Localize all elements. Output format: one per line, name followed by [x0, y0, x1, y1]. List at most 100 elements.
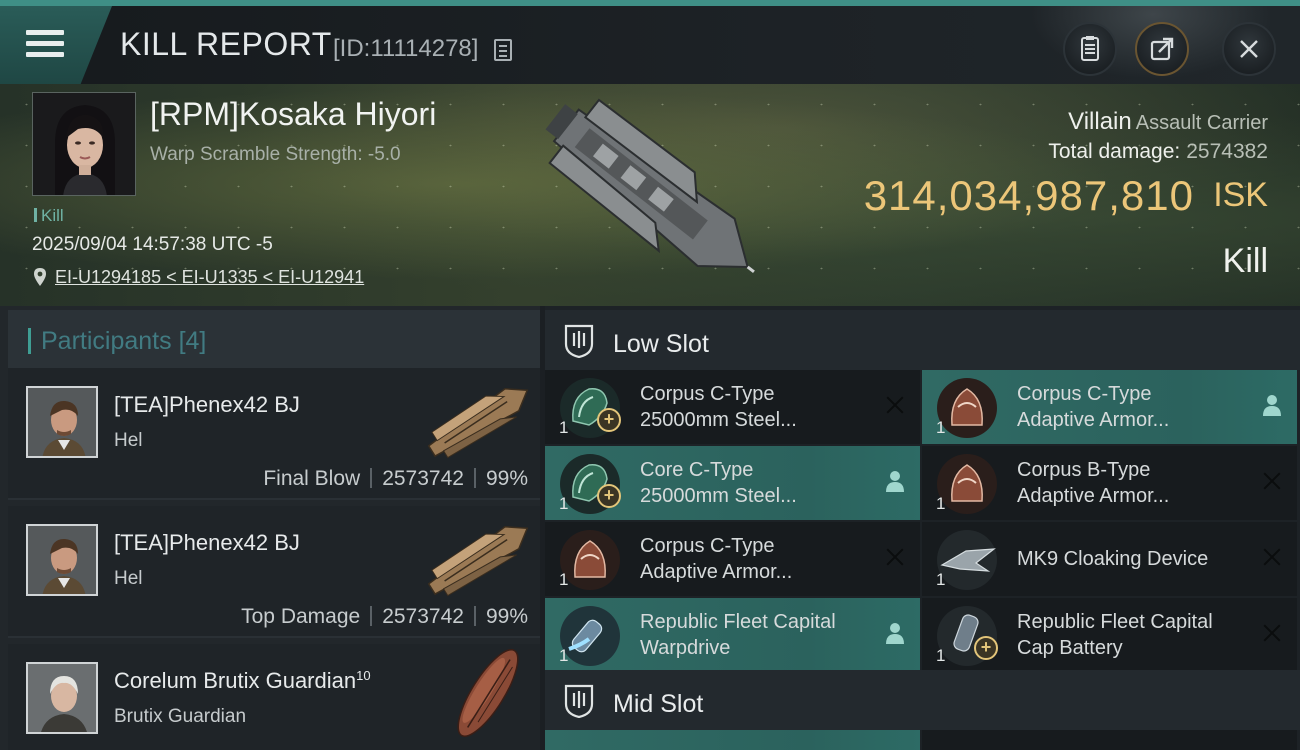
kill-tag: Kill	[34, 206, 64, 226]
close-button[interactable]	[1222, 22, 1276, 76]
participant-ship: Hel	[114, 430, 143, 451]
participant-card[interactable]: Corelum Brutix Guardian10 Brutix Guardia…	[8, 644, 540, 750]
module-quantity: 1	[559, 570, 569, 589]
module-quantity: 1	[559, 646, 569, 665]
destroyed-x-icon[interactable]	[884, 546, 906, 568]
mid-slot-header: Mid Slot	[545, 670, 1300, 730]
participant-level: 10	[356, 668, 371, 683]
menu-icon[interactable]	[26, 30, 64, 60]
participant-ship: Hel	[114, 568, 143, 589]
participant-ship-image[interactable]	[428, 648, 548, 738]
module-name: Corpus C-Type 25000mm Steel...	[640, 381, 870, 433]
participants-title-text: Participants	[41, 327, 172, 355]
participant-name[interactable]: Corelum Brutix Guardian10	[114, 668, 371, 694]
participant-card[interactable]: [TEA]Phenex42 BJ Hel Final Blow 2573742 99…	[8, 368, 540, 500]
participant-percent: 99%	[485, 605, 528, 628]
participant-card[interactable]: [TEA]Phenex42 BJ Hel Top Damage 2573742 99…	[8, 506, 540, 638]
module-row[interactable]: +1 Core C-Type 25000mm Steel...	[545, 446, 920, 520]
warp-scramble-strength: Warp Scramble Strength: -5.0	[150, 144, 401, 165]
destroyed-x-icon[interactable]	[1261, 470, 1283, 492]
module-name-line1: Corpus C-Type	[640, 383, 775, 405]
plus-badge-icon: +	[597, 484, 621, 508]
module-name-line1: Republic Fleet Capital	[1017, 611, 1213, 633]
module-name-line1: Republic Fleet Capital	[640, 611, 836, 633]
dropped-person-icon[interactable]	[884, 469, 906, 493]
stat-divider	[473, 606, 476, 626]
dropped-person-icon[interactable]	[1261, 393, 1283, 417]
plus-badge-icon: +	[597, 408, 621, 432]
module-name: Republic Fleet Capital Cap Battery	[1017, 609, 1247, 661]
victim-banner: [RPM]Kosaka Hiyori Warp Scramble Strengt…	[0, 84, 1300, 306]
participants-count: [4]	[178, 327, 207, 355]
participant-name-text: Corelum Brutix Guardian	[114, 668, 357, 693]
module-row[interactable]: +1 Republic Fleet Capital Cap Battery	[922, 598, 1297, 672]
mid-slot-module-row[interactable]	[922, 730, 1297, 750]
module-row[interactable]: +1 Corpus C-Type 25000mm Steel...	[545, 370, 920, 444]
copy-icon[interactable]	[494, 39, 512, 61]
module-name-line2: 25000mm Steel...	[640, 409, 797, 431]
destroyed-x-icon[interactable]	[1261, 622, 1283, 644]
module-quantity: 1	[936, 494, 946, 513]
kill-timestamp: 2025/09/04 14:57:38 UTC -5	[32, 234, 273, 255]
participant-ship-image[interactable]	[418, 376, 538, 466]
participants-panel: Participants [4] [TEA]Phenex42 BJ Hel Fi…	[0, 306, 540, 750]
participant-stats: Top Damage 2573742 99%	[241, 605, 528, 629]
participant-ship-image[interactable]	[418, 514, 538, 604]
pilot-portrait-image	[28, 388, 96, 456]
pilot-portrait-image	[28, 526, 96, 594]
participant-name[interactable]: [TEA]Phenex42 BJ	[114, 392, 300, 418]
participants-title: Participants [4]	[41, 327, 206, 356]
module-quantity: 1	[936, 418, 946, 437]
victim-ship-image[interactable]	[520, 92, 780, 302]
module-name-line1: Corpus C-Type	[1017, 383, 1152, 405]
module-name-line2: Adaptive Armor...	[1017, 409, 1170, 431]
destroyed-x-icon[interactable]	[1261, 546, 1283, 568]
module-name-line2: Adaptive Armor...	[1017, 485, 1170, 507]
participant-damage: 2573742	[382, 605, 464, 628]
pilot-portrait-image	[33, 93, 135, 195]
module-name-line2: 25000mm Steel...	[640, 485, 797, 507]
victim-ship[interactable]: Villain Assault Carrier	[1068, 108, 1268, 136]
location-pin-icon	[34, 268, 46, 286]
share-icon	[1150, 37, 1174, 61]
module-name: Core C-Type 25000mm Steel...	[640, 457, 870, 509]
total-damage-label: Total damage:	[1048, 140, 1181, 163]
module-row[interactable]: 1 Corpus C-Type Adaptive Armor...	[922, 370, 1297, 444]
module-name: Corpus C-Type Adaptive Armor...	[640, 533, 870, 585]
module-name-line2: Cap Battery	[1017, 637, 1123, 659]
stat-divider	[370, 606, 373, 626]
module-row[interactable]: 1 MK9 Cloaking Device	[922, 522, 1297, 596]
module-row[interactable]: 1 Republic Fleet Capital Warpdrive	[545, 598, 920, 672]
victim-ship-class: Assault Carrier	[1135, 112, 1268, 134]
module-name: Corpus B-Type Adaptive Armor...	[1017, 457, 1247, 509]
kill-location-link[interactable]: EI-U1294185 < EI-U1335 < EI-U12941	[55, 267, 364, 288]
participant-role: Top Damage	[241, 605, 361, 628]
participant-portrait[interactable]	[26, 386, 98, 458]
notes-button[interactable]	[1063, 22, 1117, 76]
participant-portrait[interactable]	[26, 524, 98, 596]
total-damage: Total damage: 2574382	[1048, 140, 1268, 164]
stat-divider	[370, 468, 373, 488]
dropped-person-icon[interactable]	[884, 621, 906, 645]
participant-portrait[interactable]	[26, 662, 98, 734]
share-button[interactable]	[1135, 22, 1189, 76]
kill-result: Kill	[1222, 242, 1268, 280]
isk-value: 314,034,987,810	[863, 172, 1194, 219]
module-name-line2: Adaptive Armor...	[640, 561, 793, 583]
module-quantity: 1	[559, 418, 569, 437]
mid-slot-module-row[interactable]	[545, 730, 920, 750]
victim-name[interactable]: [RPM]Kosaka Hiyori	[150, 96, 436, 133]
module-row[interactable]: 1 Corpus B-Type Adaptive Armor...	[922, 446, 1297, 520]
report-id: [ID:11114278]	[333, 35, 479, 62]
module-row[interactable]: 1 Corpus C-Type Adaptive Armor...	[545, 522, 920, 596]
pilot-portrait-image	[28, 664, 96, 732]
module-quantity: 1	[936, 646, 946, 665]
mid-slot-title: Mid Slot	[613, 690, 704, 718]
victim-portrait[interactable]	[32, 92, 136, 196]
module-name: Republic Fleet Capital Warpdrive	[640, 609, 870, 661]
participant-ship: Brutix Guardian	[114, 706, 247, 727]
destroyed-x-icon[interactable]	[884, 394, 906, 416]
stat-divider	[473, 468, 476, 488]
participant-name[interactable]: [TEA]Phenex42 BJ	[114, 530, 300, 556]
low-slot-header: Low Slot	[545, 310, 1300, 370]
